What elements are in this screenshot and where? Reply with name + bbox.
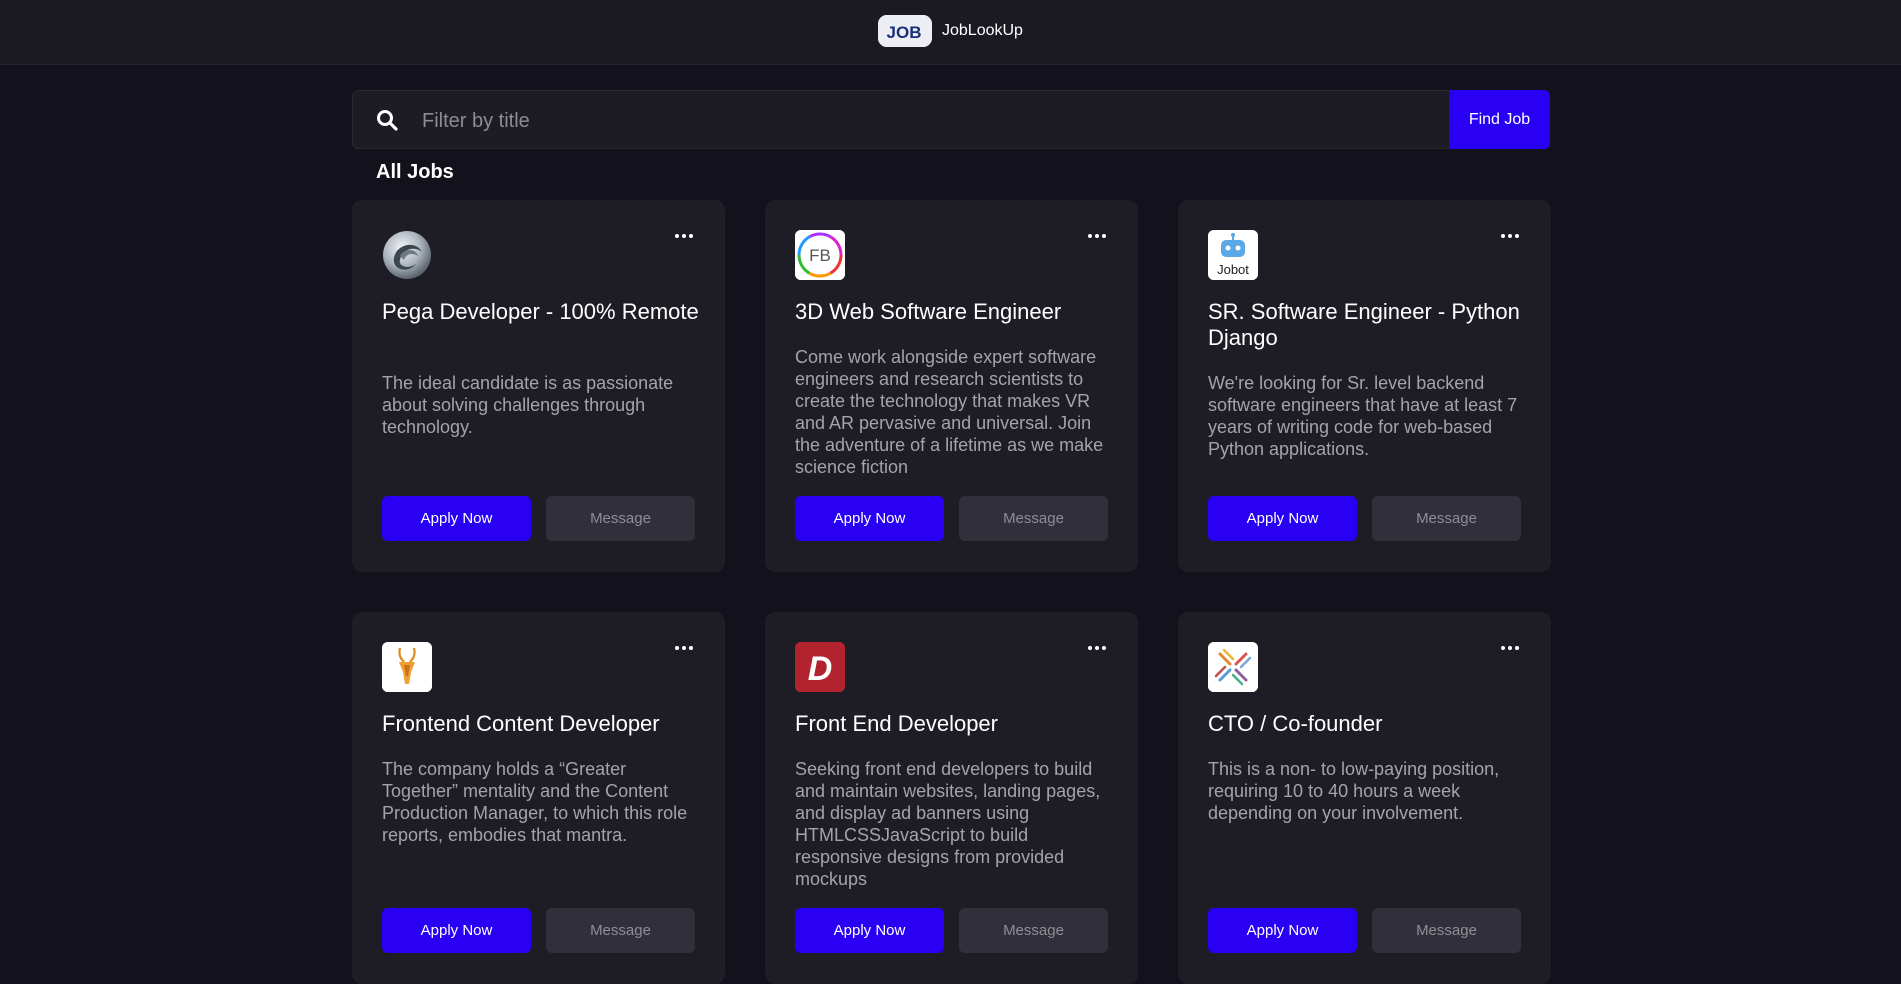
job-description: This is a non- to low-paying position, r… xyxy=(1208,759,1500,823)
company-logo xyxy=(1208,642,1258,692)
job-card: FB 3D Web Software Engineer Come work al… xyxy=(765,200,1138,572)
antelope-logo-icon xyxy=(382,642,432,692)
job-title[interactable]: 3D Web Software Engineer xyxy=(795,299,1115,325)
find-job-button[interactable]: Find Job xyxy=(1449,90,1550,149)
company-logo: FB xyxy=(795,230,845,280)
apply-now-button[interactable]: Apply Now xyxy=(1208,496,1357,541)
svg-text:Jobot: Jobot xyxy=(1217,262,1249,277)
search-input[interactable] xyxy=(420,101,1424,141)
job-title[interactable]: Pega Developer - 100% Remote xyxy=(382,299,702,325)
job-description: We're looking for Sr. level backend soft… xyxy=(1208,373,1518,459)
brand[interactable]: JOB JobLookUp xyxy=(878,14,1023,47)
job-card: Pega Developer - 100% Remote The ideal c… xyxy=(352,200,725,572)
brand-logo-mark: JOB xyxy=(878,14,932,47)
section-title: All Jobs xyxy=(376,161,454,183)
message-button[interactable]: Message xyxy=(959,908,1108,953)
message-button[interactable]: Message xyxy=(546,496,695,541)
message-button[interactable]: Message xyxy=(1372,496,1521,541)
jobot-robot-logo-icon: Jobot xyxy=(1208,230,1258,280)
job-title[interactable]: Frontend Content Developer xyxy=(382,711,702,737)
svg-text:FB: FB xyxy=(809,246,831,265)
company-logo xyxy=(382,642,432,692)
fb-ring-logo-icon: FB xyxy=(795,230,845,280)
more-options-icon[interactable] xyxy=(1501,646,1519,652)
job-description: Seeking front end developers to build an… xyxy=(795,759,1101,889)
svg-text:JOB: JOB xyxy=(887,23,922,42)
company-logo xyxy=(382,230,432,280)
search-icon xyxy=(377,110,398,131)
job-card: Frontend Content Developer The company h… xyxy=(352,612,725,984)
company-logo: Jobot xyxy=(1208,230,1258,280)
job-description: The company holds a “Greater Together” m… xyxy=(382,759,688,845)
more-options-icon[interactable] xyxy=(675,646,693,652)
company-logo: D xyxy=(795,642,845,692)
job-title[interactable]: CTO / Co-founder xyxy=(1208,711,1528,737)
apply-now-button[interactable]: Apply Now xyxy=(382,496,531,541)
job-description: Come work alongside expert software engi… xyxy=(795,347,1104,477)
more-options-icon[interactable] xyxy=(1088,234,1106,240)
apply-now-button[interactable]: Apply Now xyxy=(382,908,531,953)
message-button[interactable]: Message xyxy=(1372,908,1521,953)
x-pattern-logo-icon xyxy=(1208,642,1258,692)
brand-logo[interactable]: JOB xyxy=(878,14,932,47)
pega-swirl-logo-icon xyxy=(383,231,431,279)
apply-now-button[interactable]: Apply Now xyxy=(795,496,944,541)
job-description: The ideal candidate is as passionate abo… xyxy=(382,373,674,437)
job-title[interactable]: Front End Developer xyxy=(795,711,1115,737)
more-options-icon[interactable] xyxy=(1088,646,1106,652)
apply-now-button[interactable]: Apply Now xyxy=(1208,908,1357,953)
app-name[interactable]: JobLookUp xyxy=(942,22,1023,40)
message-button[interactable]: Message xyxy=(546,908,695,953)
svg-text:D: D xyxy=(808,650,833,688)
message-button[interactable]: Message xyxy=(959,496,1108,541)
top-navbar: JOB JobLookUp xyxy=(0,0,1901,65)
search-bar: Find Job xyxy=(352,90,1550,149)
d-letter-logo-icon: D xyxy=(795,642,845,692)
job-card: Jobot SR. Software Engineer - Python Dja… xyxy=(1178,200,1551,572)
job-card: D Front End Developer Seeking front end … xyxy=(765,612,1138,984)
apply-now-button[interactable]: Apply Now xyxy=(795,908,944,953)
job-title[interactable]: SR. Software Engineer - Python Django xyxy=(1208,299,1528,351)
job-card: CTO / Co-founder This is a non- to low-p… xyxy=(1178,612,1551,984)
more-options-icon[interactable] xyxy=(675,234,693,240)
more-options-icon[interactable] xyxy=(1501,234,1519,240)
